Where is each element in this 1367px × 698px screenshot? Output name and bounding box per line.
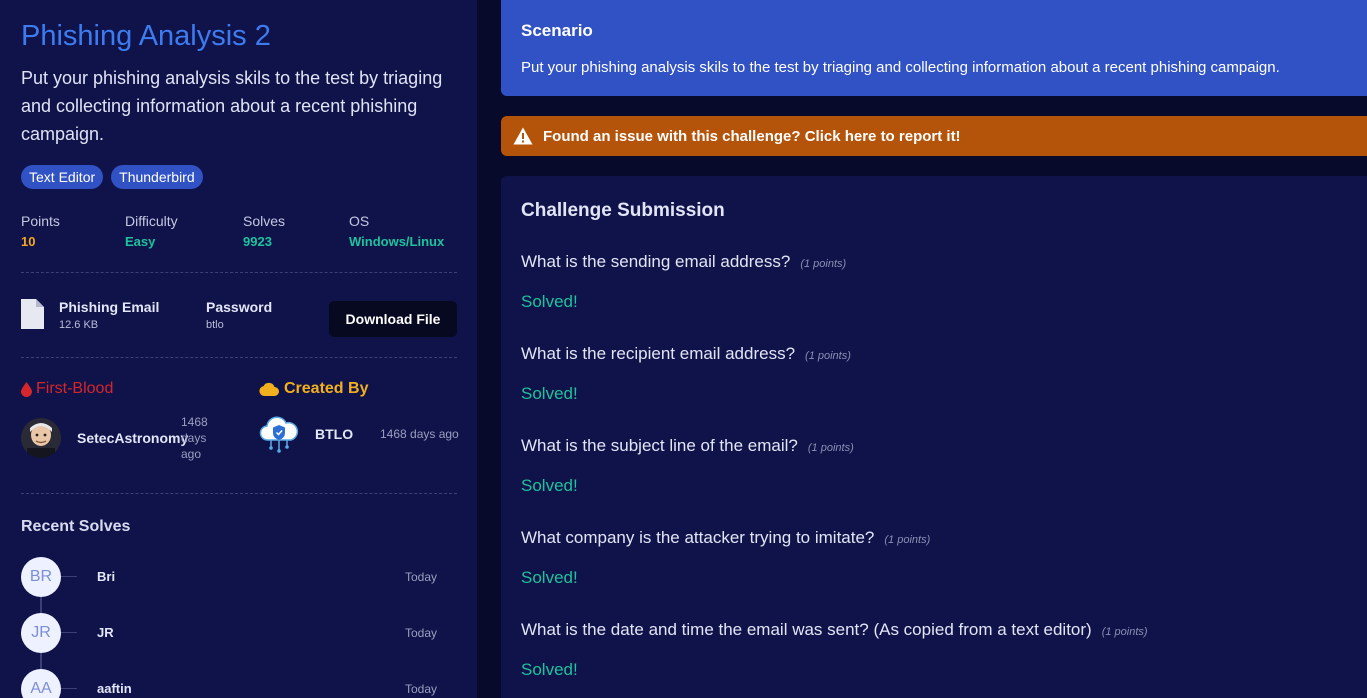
password-value: btlo — [206, 319, 224, 331]
stat-os-value: Windows/Linux — [349, 234, 445, 249]
created-by-header: Created By — [259, 380, 368, 398]
creator-time: 1468 days ago — [380, 427, 459, 441]
question-item: What is the recipient email address? (1 p… — [521, 344, 1361, 414]
file-icon — [21, 299, 44, 329]
list-item[interactable]: BR Bri Today — [21, 557, 457, 597]
file-size: 12.6 KB — [59, 319, 99, 331]
submission-title: Challenge Submission — [521, 200, 725, 221]
challenge-title: Phishing Analysis 2 — [21, 20, 271, 52]
scenario-title: Scenario — [521, 21, 593, 40]
challenge-stats: Points 10 Difficulty Easy Solves 9923 OS… — [21, 213, 461, 253]
question-status: Solved! — [521, 660, 578, 679]
question-text: What is the recipient email address? — [521, 344, 796, 363]
file-download-row: Phishing Email 12.6 KB Password btlo Dow… — [21, 297, 457, 341]
password-label: Password — [206, 299, 273, 315]
stat-solves: Solves 9923 — [243, 213, 285, 249]
stat-solves-label: Solves — [243, 213, 286, 229]
user-avatar-icon — [21, 418, 61, 458]
challenge-submission-panel: Challenge Submission What is the sending… — [501, 176, 1367, 698]
stat-points-label: Points — [21, 213, 60, 229]
list-item[interactable]: JR JR Today — [21, 613, 457, 653]
question-item: What company is the attacker trying to i… — [521, 528, 1361, 598]
question-item: What is the date and time the email was … — [521, 620, 1361, 690]
avatar: AA — [21, 669, 61, 698]
stat-points: Points 10 — [21, 213, 60, 249]
report-issue-text: Found an issue with this challenge? Clic… — [543, 127, 961, 145]
stat-points-value: 10 — [21, 234, 36, 249]
challenge-info-panel: Phishing Analysis 2 Put your phishing an… — [0, 0, 477, 698]
creator-username[interactable]: BTLO — [315, 426, 353, 442]
stat-difficulty-label: Difficulty — [125, 213, 178, 229]
question-status: Solved! — [521, 384, 578, 403]
btlo-logo-icon[interactable] — [259, 414, 299, 454]
question-points: (1 points) — [807, 442, 854, 454]
report-issue-bar[interactable]: Found an issue with this challenge? Clic… — [501, 116, 1367, 156]
stat-difficulty-value: Easy — [125, 234, 156, 249]
stat-solves-value: 9923 — [243, 234, 272, 249]
scenario-text: Put your phishing analysis skils to the … — [521, 59, 1280, 76]
first-blood-avatar[interactable] — [21, 418, 61, 458]
timeline-tick — [61, 632, 77, 633]
solver-name: Bri — [97, 569, 116, 584]
challenge-description: Put your phishing analysis skils to the … — [21, 68, 443, 144]
solver-name: JR — [97, 625, 114, 640]
scenario-box: Scenario Put your phishing analysis skil… — [501, 0, 1367, 96]
question-status: Solved! — [521, 292, 578, 311]
solver-name: aaftin — [97, 681, 132, 696]
blood-drop-icon — [21, 381, 32, 397]
question-status: Solved! — [521, 476, 578, 495]
tag-text-editor[interactable]: Text Editor — [21, 165, 104, 189]
stat-os: OS Windows/Linux — [349, 213, 444, 249]
cloud-icon — [259, 382, 279, 396]
first-blood-username[interactable]: SetecAstronomy — [77, 430, 188, 446]
tag-thunderbird[interactable]: Thunderbird — [111, 165, 203, 189]
question-points: (1 points) — [1101, 626, 1148, 638]
avatar: BR — [21, 557, 61, 597]
download-file-button[interactable]: Download File — [329, 301, 457, 337]
divider — [21, 357, 457, 358]
question-item: What is the subject line of the email? (1… — [521, 436, 1361, 506]
solve-time: Today — [405, 626, 438, 640]
list-item[interactable]: AA aaftin Today — [21, 669, 457, 698]
warning-icon — [513, 127, 533, 145]
timeline-tick — [61, 576, 77, 577]
question-points: (1 points) — [884, 534, 931, 546]
question-text: What is the date and time the email was … — [521, 620, 1092, 639]
first-blood-header: First-Blood — [21, 380, 113, 398]
first-blood-time: 1468 days ago — [181, 415, 208, 461]
file-name: Phishing Email — [59, 299, 160, 315]
question-status: Solved! — [521, 568, 578, 587]
divider — [21, 272, 457, 273]
question-points: (1 points) — [800, 258, 847, 270]
solve-time: Today — [405, 682, 438, 696]
question-text: What company is the attacker trying to i… — [521, 528, 875, 547]
avatar: JR — [21, 613, 61, 653]
recent-solves-title: Recent Solves — [21, 518, 131, 535]
solve-time: Today — [405, 570, 438, 584]
divider — [21, 493, 457, 494]
first-blood-label: First-Blood — [36, 380, 114, 397]
question-points: (1 points) — [805, 350, 851, 362]
stat-os-label: OS — [349, 213, 370, 229]
created-by-label: Created By — [284, 380, 369, 397]
stat-difficulty: Difficulty Easy — [125, 213, 178, 249]
timeline-tick — [61, 688, 77, 689]
tag-list: Text Editor Thunderbird — [21, 165, 203, 189]
question-text: What is the subject line of the email? — [521, 436, 798, 455]
question-text: What is the sending email address? — [521, 252, 791, 271]
question-item: What is the sending email address? (1 poi… — [521, 252, 1361, 322]
